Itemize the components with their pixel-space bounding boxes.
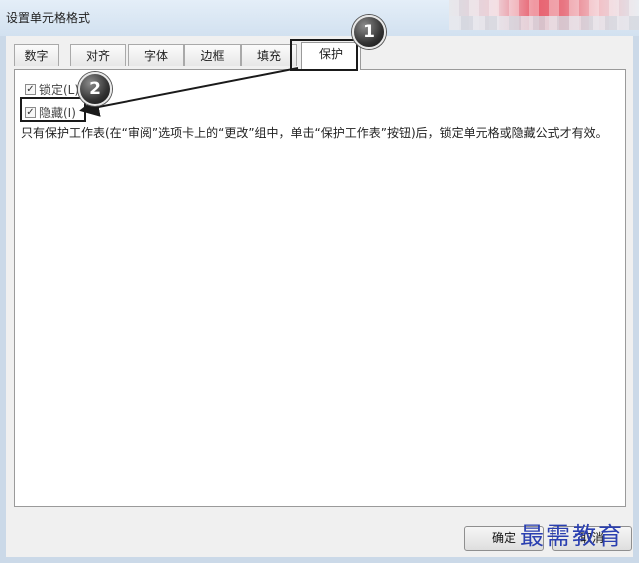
dialog-title: 设置单元格格式: [6, 11, 91, 25]
dialog-title-bar: 设置单元格格式: [0, 0, 639, 36]
tab-number[interactable]: 数字: [14, 44, 59, 66]
blurred-window-controls-lower: [449, 16, 639, 30]
locked-label: 锁定(L): [39, 83, 80, 97]
watermark-text: 最需教育: [520, 522, 624, 550]
protection-description: 只有保护工作表(在“审阅”选项卡上的“更改”组中，单击“保护工作表”按钮)后，锁…: [21, 126, 608, 140]
step-2-badge: 2: [78, 72, 112, 106]
tab-fill[interactable]: 填充: [241, 44, 297, 66]
tab-alignment[interactable]: 对齐: [70, 44, 126, 66]
step-1-badge: 1: [352, 15, 386, 49]
protection-panel: ✓ 锁定(L) ✓ 隐藏(I) 只有保护工作表(在“审阅”选项卡上的“更改”组中…: [14, 69, 626, 507]
hidden-highlight-box: [20, 97, 86, 122]
protection-tab-highlight-box: [290, 39, 358, 71]
tab-font[interactable]: 字体: [128, 44, 184, 66]
dialog-body: 数字 对齐 字体 边框 填充 保护 ✓ 锁定(L) ✓ 隐藏(I) 只有保护工作…: [6, 36, 633, 557]
tab-border[interactable]: 边框: [184, 44, 241, 66]
locked-option[interactable]: ✓ 锁定(L): [25, 81, 79, 98]
locked-checkbox[interactable]: ✓: [25, 84, 36, 95]
